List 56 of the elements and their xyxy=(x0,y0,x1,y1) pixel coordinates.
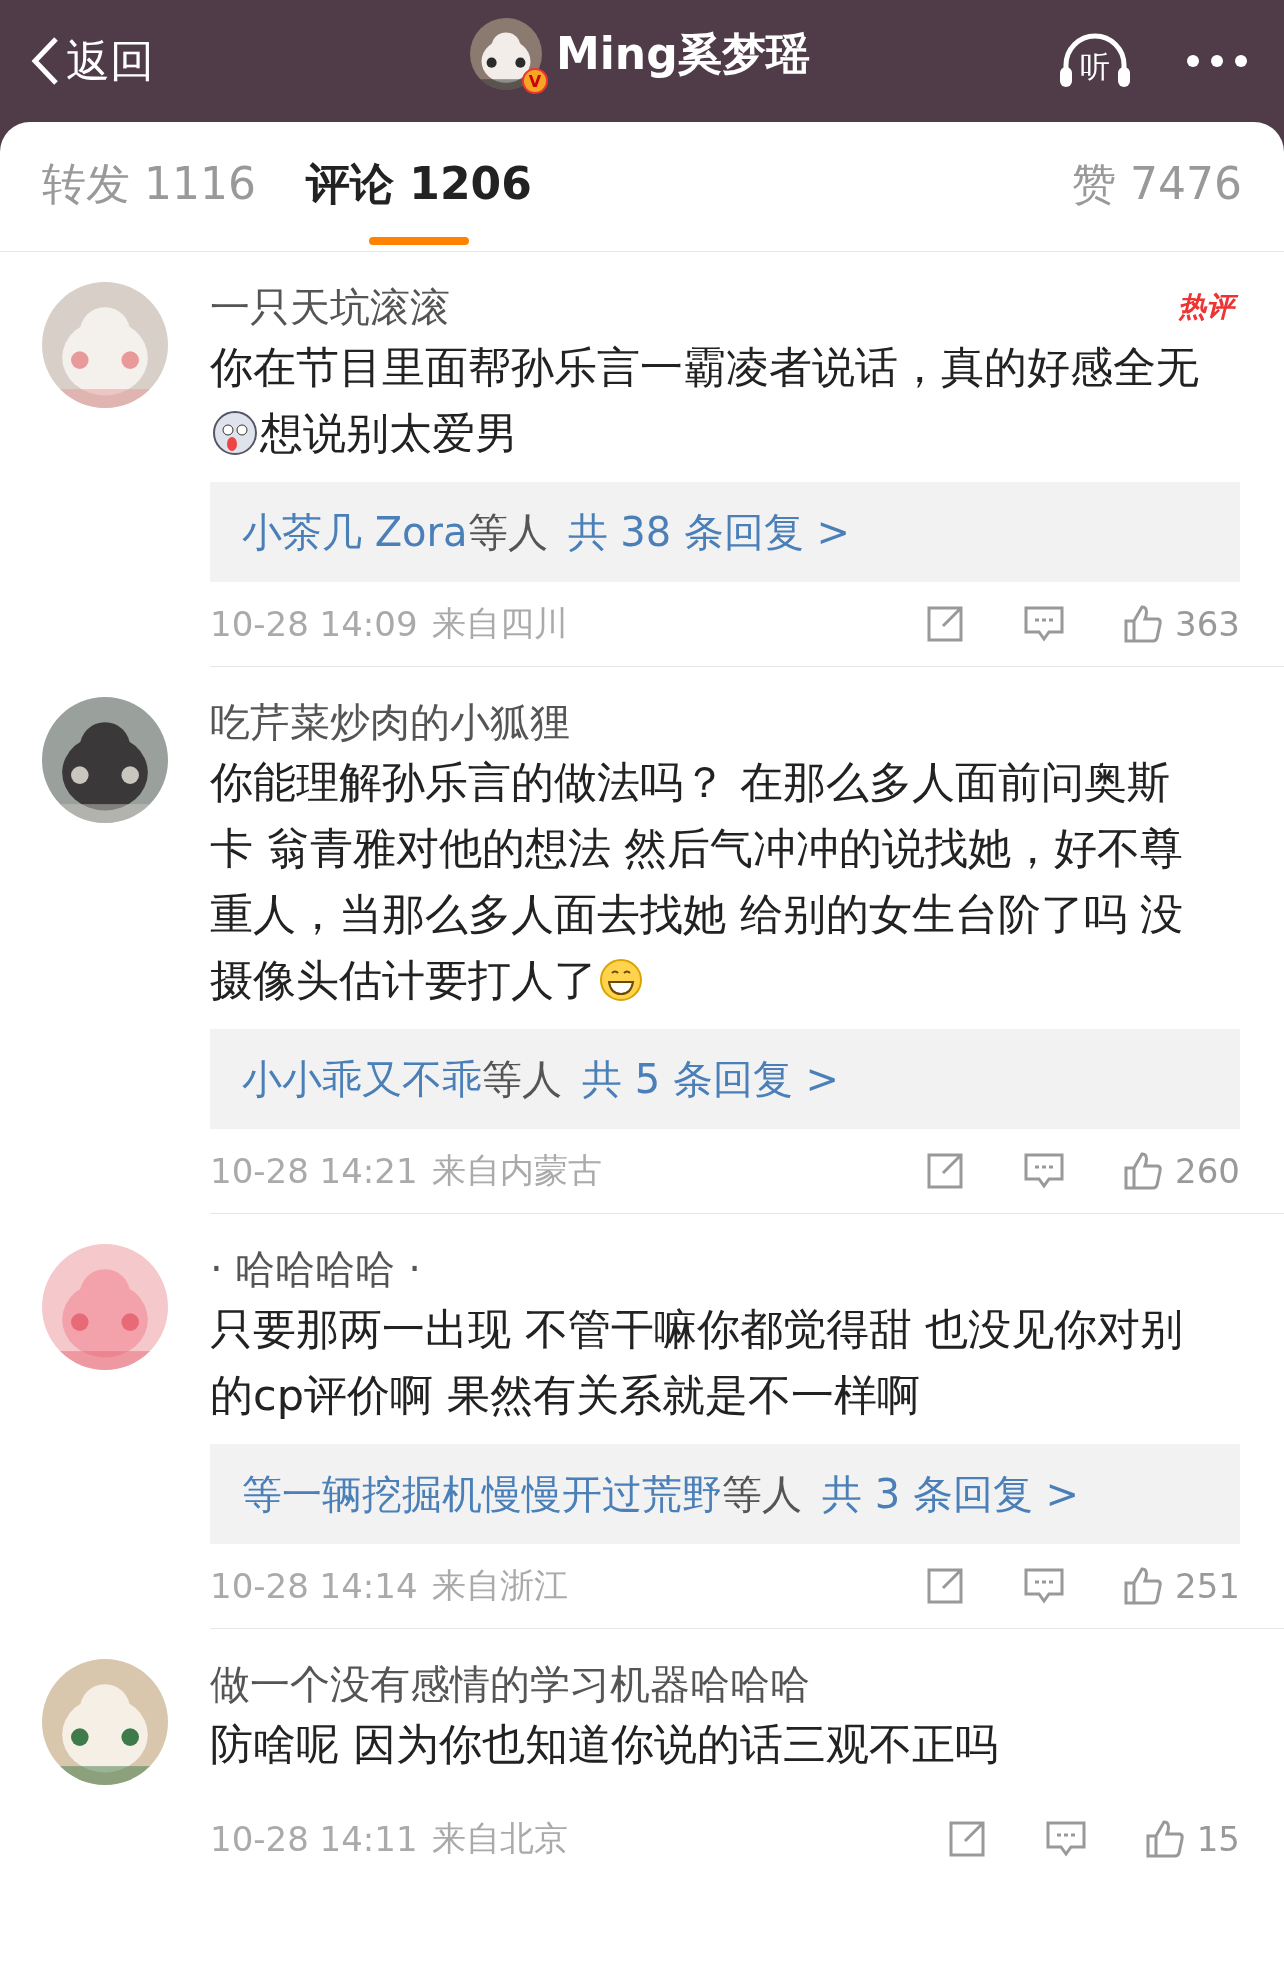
reply-user-link[interactable]: 小茶几 Zora xyxy=(242,504,468,560)
tab[interactable]: 评论 1206 xyxy=(305,128,532,245)
comment-location: 来自内蒙古 xyxy=(431,1149,602,1192)
account-title: Ming奚梦瑶 xyxy=(556,26,810,81)
reply-count-link[interactable]: 共 5 条回复 > xyxy=(582,1051,840,1107)
comment-text: 你能理解孙乐言的做法吗？ 在那么多人面前问奥斯 xyxy=(210,756,1170,809)
share-icon[interactable] xyxy=(925,1151,966,1191)
thumbs-up-icon xyxy=(1123,1151,1164,1191)
like-button[interactable]: 363 xyxy=(1123,604,1240,644)
comment-time: 10-28 14:11 xyxy=(210,1819,418,1859)
like-button[interactable]: 260 xyxy=(1123,1151,1240,1191)
comment-time: 10-28 14:21 xyxy=(210,1151,418,1191)
chevron-left-icon xyxy=(30,36,60,86)
more-icon[interactable] xyxy=(1186,54,1248,68)
comment-time: 10-28 14:14 xyxy=(210,1566,418,1606)
comment-icon[interactable] xyxy=(1023,1566,1066,1606)
tab[interactable]: 转发 1116 xyxy=(42,128,256,245)
comment-location: 来自北京 xyxy=(431,1817,568,1860)
reply-user-link[interactable]: 小小乖又不乖 xyxy=(242,1051,482,1107)
hot-comment-label: 热评 xyxy=(1172,287,1240,327)
like-button[interactable]: 251 xyxy=(1123,1566,1240,1606)
comment-text: 摄像头估计要打人了 xyxy=(210,954,597,1007)
thumbs-up-icon xyxy=(1123,604,1164,644)
grin-emoji-icon xyxy=(599,958,643,1002)
username[interactable]: 做一个没有感情的学习机器哈哈哈 xyxy=(210,1656,810,1712)
username[interactable]: 吃芹菜炒肉的小狐狸 xyxy=(210,694,570,750)
comment-location: 来自浙江 xyxy=(431,1564,568,1607)
comment-text: 想说别太爱男 xyxy=(260,407,518,460)
reply-count-link[interactable]: 共 3 条回复 > xyxy=(822,1466,1080,1522)
share-icon[interactable] xyxy=(925,1566,966,1606)
like-button[interactable]: 15 xyxy=(1144,1819,1240,1859)
username[interactable]: 一只天坑滚滚 xyxy=(210,279,450,335)
thumbs-up-icon xyxy=(1144,1819,1185,1859)
comment-icon[interactable] xyxy=(1044,1819,1087,1859)
comment-text: 卡 翁青雅对他的想法 然后气冲冲的说找她，好不尊 xyxy=(210,822,1184,875)
reply-count-link[interactable]: 共 38 条回复 > xyxy=(567,504,851,560)
comment-time: 10-28 14:09 xyxy=(210,604,418,644)
reply-suffix: 等人 xyxy=(482,1054,562,1104)
comment-location: 来自四川 xyxy=(431,602,568,645)
reply-suffix: 等人 xyxy=(467,507,548,557)
thumbs-up-icon xyxy=(1123,1566,1164,1606)
username[interactable]: · 哈哈哈哈 · xyxy=(210,1241,421,1297)
share-icon[interactable] xyxy=(925,604,966,644)
back-button[interactable]: 返回 xyxy=(30,31,154,91)
verified-badge: V xyxy=(522,68,548,94)
comment-icon[interactable] xyxy=(1023,1151,1066,1191)
comment-text: 的cp评价啊 果然有关系就是不一样啊 xyxy=(210,1369,920,1422)
comment-text: 只要那两一出现 不管干嘛你都觉得甜 也没见你对别 xyxy=(210,1303,1184,1356)
comment-text: 重人，当那么多人面去找她 给别的女生台阶了吗 没 xyxy=(210,888,1184,941)
listen-button[interactable]: 听 xyxy=(1058,31,1132,91)
tab[interactable]: 赞 7476 xyxy=(1072,128,1242,245)
comment-icon[interactable] xyxy=(1023,604,1066,644)
reply-user-link[interactable]: 等一辆挖掘机慢慢开过荒野 xyxy=(242,1466,722,1522)
comment-text: 你在节目里面帮孙乐言一霸凌者说话，真的好感全无 xyxy=(210,341,1199,394)
reply-suffix: 等人 xyxy=(722,1469,802,1519)
comment-text: 防啥呢 因为你也知道你说的话三观不正吗 xyxy=(210,1718,998,1771)
